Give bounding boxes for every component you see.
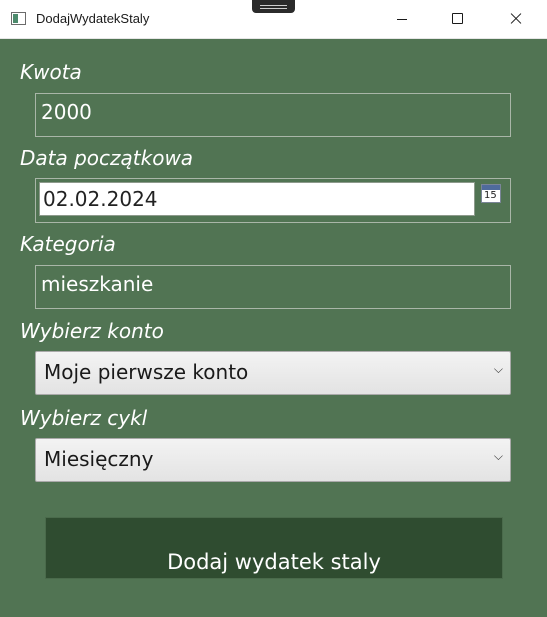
- snap-layout-handle[interactable]: [252, 0, 295, 13]
- amount-label: Kwota: [20, 60, 82, 84]
- category-label: Kategoria: [20, 232, 116, 256]
- cycle-selected-value: Miesięczny: [44, 447, 154, 471]
- calendar-day-number: 15: [484, 190, 497, 201]
- category-input[interactable]: mieszkanie: [35, 265, 511, 309]
- app-window: DodajWydatekStaly Kwota 2000 Data począt…: [0, 0, 547, 617]
- chevron-down-icon: ⌵: [493, 362, 503, 376]
- cycle-select[interactable]: Miesięczny ⌵: [35, 438, 511, 482]
- window-title: DodajWydatekStaly: [36, 11, 150, 26]
- cycle-label: Wybierz cykl: [20, 406, 148, 430]
- account-selected-value: Moje pierwsze konto: [44, 360, 249, 384]
- chevron-down-icon: ⌵: [493, 449, 503, 463]
- amount-input[interactable]: 2000: [35, 93, 511, 137]
- maximize-button[interactable]: [434, 0, 480, 38]
- start-date-input[interactable]: 02.02.2024: [39, 182, 475, 216]
- start-date-label: Data początkowa: [20, 146, 194, 170]
- app-icon: [11, 12, 26, 25]
- account-select[interactable]: Moje pierwsze konto ⌵: [35, 351, 511, 395]
- minimize-button[interactable]: [380, 0, 426, 38]
- calendar-icon[interactable]: 15: [481, 184, 501, 203]
- add-expense-button[interactable]: Dodaj wydatek staly: [45, 517, 503, 579]
- title-bar[interactable]: DodajWydatekStaly: [0, 0, 547, 39]
- close-button[interactable]: [492, 0, 538, 38]
- date-picker: 02.02.2024 15: [35, 178, 511, 223]
- account-label: Wybierz konto: [20, 319, 164, 343]
